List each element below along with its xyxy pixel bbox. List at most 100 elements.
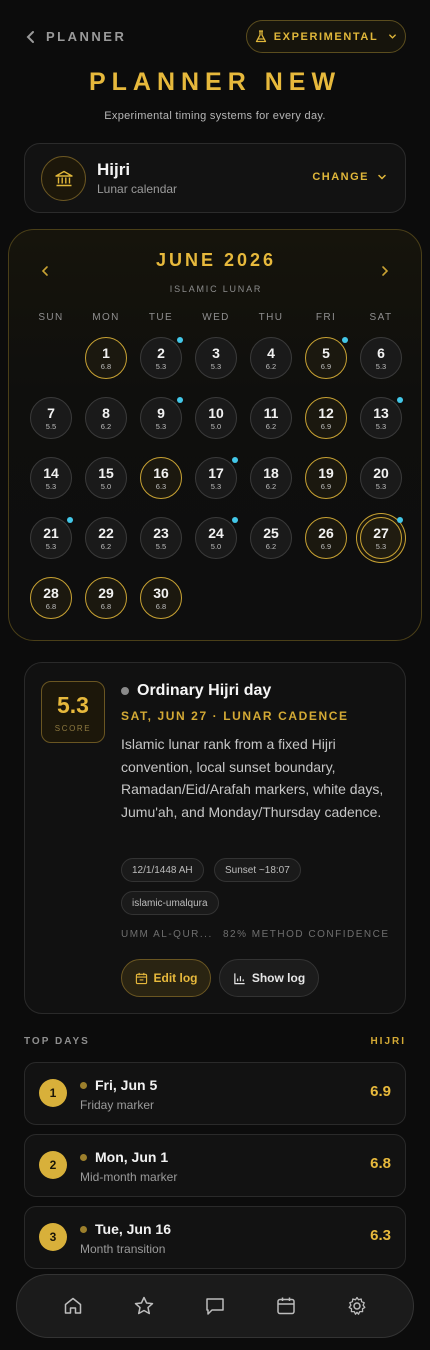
calendar-day[interactable]: 2 5.3 — [140, 337, 183, 379]
calendar-day[interactable]: 15 5.0 — [85, 457, 127, 499]
score-label: SCORE — [54, 724, 92, 733]
calendar-day[interactable]: 12 6.9 — [305, 397, 347, 439]
top-day-note: Friday marker — [80, 1098, 155, 1112]
weekday-header: THU — [258, 312, 284, 323]
rank-badge: 2 — [39, 1151, 67, 1179]
day-score: 5.3 — [375, 421, 387, 431]
top-day-note: Month transition — [80, 1242, 166, 1256]
rank-badge: 1 — [39, 1079, 67, 1107]
calendar-day[interactable]: 10 5.0 — [195, 397, 237, 439]
day-number: 22 — [98, 524, 114, 541]
day-number: 2 — [157, 344, 165, 361]
calendar-day[interactable]: 5 6.9 — [305, 337, 348, 379]
mode-selector[interactable]: EXPERIMENTAL — [246, 20, 406, 53]
calendar-day[interactable]: 16 6.3 — [140, 457, 182, 499]
calendar-day[interactable]: 20 5.3 — [360, 457, 402, 499]
next-month-icon[interactable] — [379, 264, 391, 278]
event-marker-dot — [177, 397, 183, 403]
score-value: 5.3 — [57, 692, 89, 718]
top-day-row[interactable]: 3 Tue, Jun 16 Month transition 6.3 — [24, 1206, 406, 1269]
calendar-day[interactable]: 18 6.2 — [250, 457, 292, 499]
event-marker-dot — [232, 517, 238, 523]
day-number: 9 — [157, 404, 165, 421]
edit-log-label: Edit log — [153, 971, 198, 985]
back-button[interactable]: PLANNER — [26, 29, 126, 44]
nav-favorites[interactable] — [124, 1286, 164, 1326]
top-day-row[interactable]: 1 Fri, Jun 5 Friday marker 6.9 — [24, 1062, 406, 1125]
nav-settings[interactable] — [337, 1286, 377, 1326]
nav-chat[interactable] — [195, 1286, 235, 1326]
weekday-header: MON — [92, 312, 120, 323]
top-days-heading: TOP DAYS — [24, 1036, 90, 1047]
rank-badge: 3 — [39, 1223, 67, 1251]
calendar-day[interactable]: 1 6.8 — [85, 337, 127, 379]
calendar-day[interactable]: 13 5.3 — [360, 397, 403, 439]
weekday-header: SUN — [38, 312, 64, 323]
sunset-chip: Sunset ~18:07 — [214, 858, 301, 882]
nav-home[interactable] — [53, 1286, 93, 1326]
calendar-day[interactable]: 11 6.2 — [250, 397, 292, 439]
calendar-day[interactable]: 27 5.3 — [360, 517, 403, 559]
institution-icon — [41, 156, 86, 201]
day-number: 18 — [263, 464, 279, 481]
day-number: 20 — [373, 464, 389, 481]
status-dot — [121, 687, 129, 695]
calendar-day[interactable]: 9 5.3 — [140, 397, 183, 439]
day-number: 23 — [153, 524, 169, 541]
day-number: 19 — [318, 464, 334, 481]
status-dot — [80, 1226, 87, 1233]
day-number: 12 — [318, 404, 334, 421]
hijri-date-chip: 12/1/1448 AH — [121, 858, 204, 882]
day-score: 5.3 — [375, 541, 387, 551]
calendar-day[interactable]: 25 6.2 — [250, 517, 292, 559]
day-number: 6 — [377, 344, 385, 361]
day-score: 6.8 — [100, 361, 112, 371]
calendar-system-description: Lunar calendar — [97, 182, 178, 196]
calendar-day[interactable]: 14 5.3 — [30, 457, 72, 499]
status-dot — [80, 1154, 87, 1161]
day-score: 6.2 — [265, 541, 277, 551]
calendar-day[interactable]: 26 6.9 — [305, 517, 347, 559]
change-calendar-button[interactable]: CHANGE — [312, 171, 387, 183]
day-score: 5.3 — [210, 481, 222, 491]
chevron-left-icon — [26, 30, 34, 43]
day-number: 24 — [208, 524, 224, 541]
calendar-day[interactable]: 17 5.3 — [195, 457, 238, 499]
weekday-header: SAT — [369, 312, 393, 323]
page-title: PLANNER NEW — [88, 68, 342, 96]
top-days-system: HIJRI — [370, 1036, 406, 1047]
calendar-day[interactable]: 4 6.2 — [250, 337, 292, 379]
calendar-day[interactable]: 22 6.2 — [85, 517, 127, 559]
day-score: 6.9 — [320, 541, 332, 551]
calendar-day[interactable]: 29 6.8 — [85, 577, 127, 619]
calendar-day[interactable]: 3 5.3 — [195, 337, 237, 379]
day-score: 6.9 — [320, 481, 332, 491]
day-number: 8 — [102, 404, 110, 421]
calendar-day[interactable]: 6 5.3 — [360, 337, 402, 379]
day-score: 6.9 — [320, 361, 332, 371]
calendar-day[interactable]: 7 5.5 — [30, 397, 72, 439]
bar-chart-icon — [234, 972, 245, 984]
day-score: 5.0 — [210, 541, 222, 551]
calendar-day[interactable]: 28 6.8 — [30, 577, 72, 619]
day-score: 5.5 — [155, 541, 167, 551]
nav-calendar[interactable] — [266, 1286, 306, 1326]
calendar-day[interactable]: 21 5.3 — [30, 517, 73, 559]
calendar-day[interactable]: 19 6.9 — [305, 457, 347, 499]
calendar-day[interactable]: 30 6.8 — [140, 577, 182, 619]
calendar-day[interactable]: 8 6.2 — [85, 397, 127, 439]
calendar-day[interactable]: 23 5.5 — [140, 517, 182, 559]
show-log-button[interactable]: Show log — [219, 959, 319, 997]
weekday-header: TUE — [148, 312, 174, 323]
method-chip: islamic-umalqura — [121, 891, 219, 915]
change-label: CHANGE — [312, 171, 369, 183]
weekday-header: FRI — [315, 312, 337, 323]
top-day-row[interactable]: 2 Mon, Jun 1 Mid-month marker 6.8 — [24, 1134, 406, 1197]
status-dot — [80, 1082, 87, 1089]
calendar-day[interactable]: 24 5.0 — [195, 517, 238, 559]
settings-icon — [348, 1296, 366, 1315]
edit-log-button[interactable]: Edit log — [121, 959, 211, 997]
day-number: 7 — [47, 404, 55, 421]
day-number: 25 — [263, 524, 279, 541]
day-description: Islamic lunar rank from a fixed Hijri co… — [121, 736, 384, 820]
